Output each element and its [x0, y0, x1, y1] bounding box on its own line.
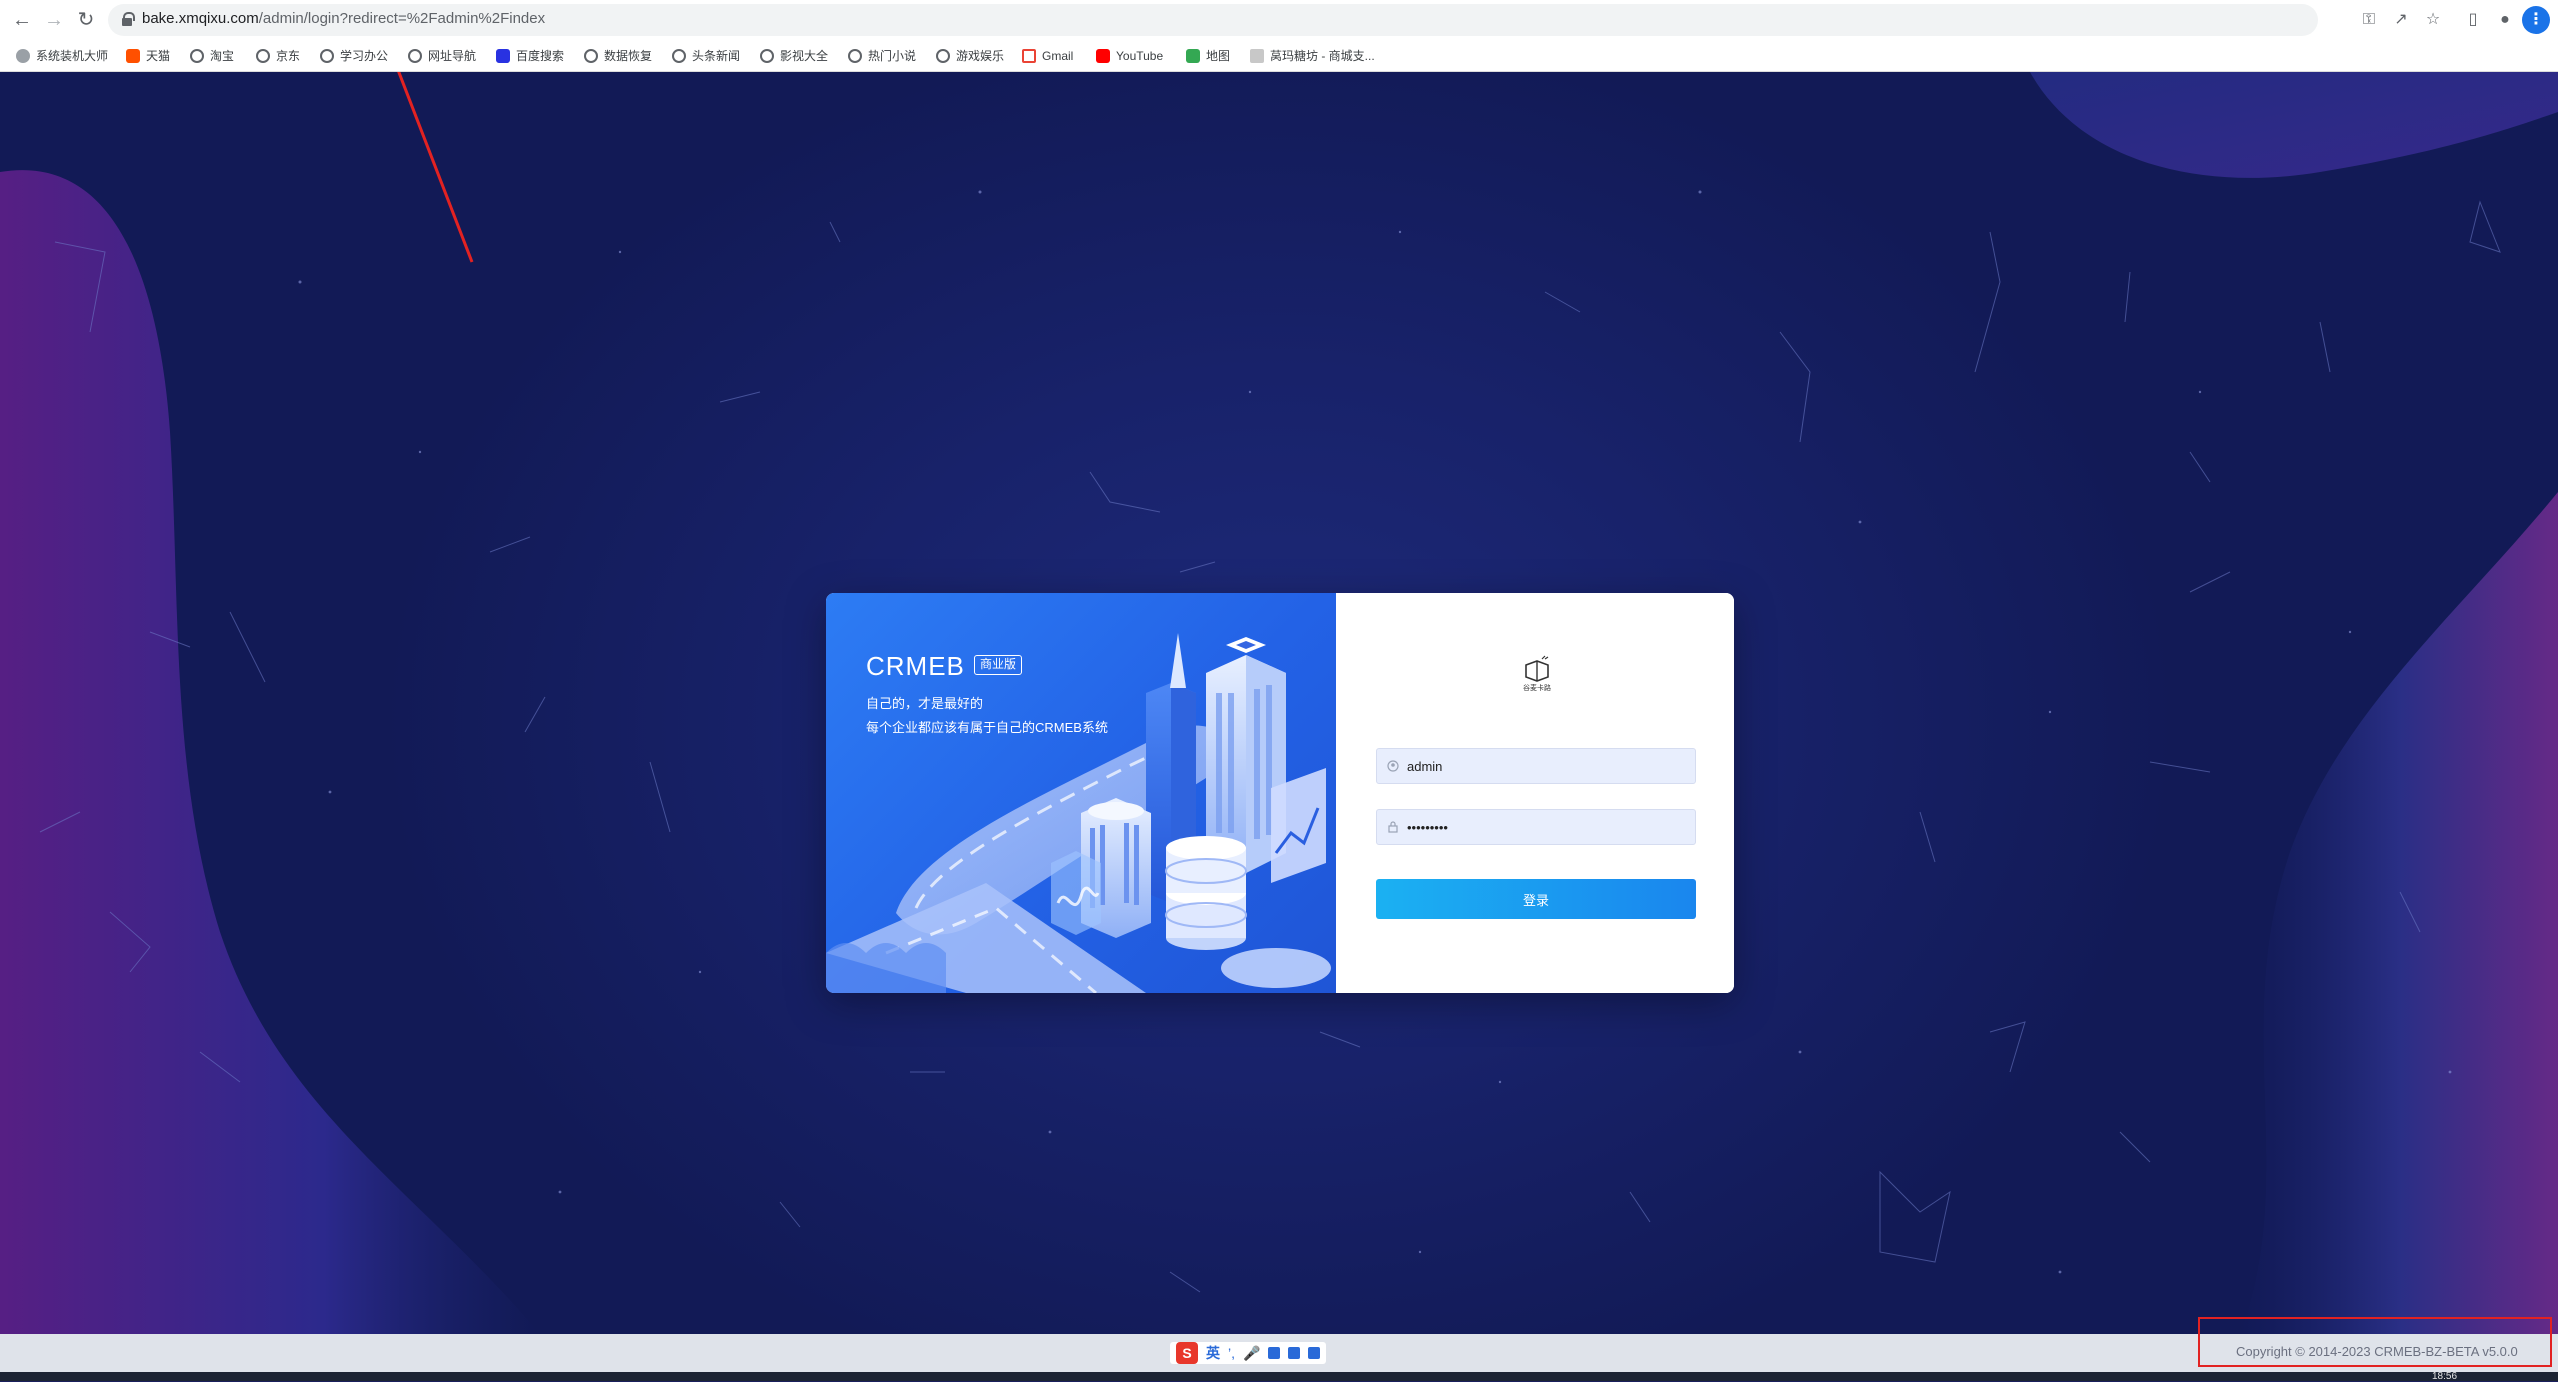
bookmark-item[interactable]: 学习办公: [320, 47, 388, 65]
bookmark-label: 百度搜索: [516, 49, 565, 63]
bookmark-label: 热门小说: [868, 49, 917, 63]
annotation-arrow-icon: [397, 72, 474, 263]
baidu-icon: [496, 49, 510, 63]
ime-toolbar[interactable]: S 英 ’, 🎤: [1170, 1342, 1327, 1364]
username-field[interactable]: [1376, 748, 1696, 784]
globe-icon: [760, 49, 774, 63]
windows-taskbar: [0, 1372, 2558, 1381]
bookmark-label: 地图: [1206, 49, 1231, 63]
back-arrow-icon[interactable]: ←: [10, 8, 34, 32]
taskbar-clock: 18:56: [2432, 1371, 2458, 1382]
bookmark-label: 京东: [276, 49, 301, 63]
bookmark-label: 影视大全: [780, 49, 829, 63]
bookmark-item[interactable]: 天猫: [126, 47, 170, 65]
globe-icon: [672, 49, 686, 63]
url-host: bake.xmqixu.com: [142, 10, 259, 27]
bookmark-item[interactable]: 影视大全: [760, 47, 828, 65]
share-icon[interactable]: ↗: [2390, 9, 2412, 31]
bookmark-label: Gmail: [1042, 49, 1074, 63]
keyboard-icon[interactable]: [1268, 1347, 1281, 1359]
bookmark-label: 天猫: [146, 49, 171, 63]
bookmark-label: 数据恢复: [604, 49, 653, 63]
bookmark-label: 网址导航: [428, 49, 477, 63]
bookmark-item[interactable]: Gmail: [1022, 47, 1073, 65]
microphone-icon[interactable]: 🎤: [1243, 1345, 1260, 1362]
login-card: CRMEB 商业版 自己的，才是最好的 每个企业都应该有属于自己的CRMEB系统…: [826, 593, 1734, 993]
annotation-box: [2198, 1317, 2552, 1367]
password-input[interactable]: [1407, 810, 1687, 844]
lock-icon: [122, 12, 135, 26]
bookmark-item[interactable]: YouTube: [1096, 47, 1163, 65]
key-icon[interactable]: ⚿: [2358, 9, 2380, 31]
bookmark-item[interactable]: 系统装机大师: [16, 47, 108, 65]
punctuation-icon[interactable]: ’,: [1228, 1345, 1235, 1361]
globe-icon: [936, 49, 950, 63]
bookmark-label: 头条新闻: [692, 49, 741, 63]
bookmark-item[interactable]: 数据恢复: [584, 47, 652, 65]
ime-language-label[interactable]: 英: [1206, 1343, 1220, 1363]
url-path: /admin/login?redirect=%2Fadmin%2Findex: [258, 10, 546, 27]
bookmark-label: 系统装机大师: [36, 49, 109, 63]
bookmark-label: 游戏娱乐: [956, 49, 1005, 63]
browser-chrome: ← → ↻ bake.xmqixu.com/admin/login?redire…: [0, 0, 2558, 72]
tmall-icon: [126, 49, 140, 63]
bookmark-label: 学习办公: [340, 49, 389, 63]
side-panel-icon[interactable]: ▯: [2462, 9, 2484, 31]
toolbox-icon[interactable]: [1308, 1347, 1321, 1359]
book-logo-icon: [1525, 655, 1549, 682]
address-bar[interactable]: bake.xmqixu.com/admin/login?redirect=%2F…: [108, 4, 2318, 36]
user-icon: [1387, 760, 1399, 772]
skin-icon[interactable]: [1288, 1347, 1301, 1359]
bookmark-item[interactable]: 百度搜索: [496, 47, 564, 65]
maps-icon: [1186, 49, 1200, 63]
site-logo: 谷麦卡路: [1518, 655, 1556, 697]
sogou-icon[interactable]: S: [1176, 1342, 1198, 1364]
browser-toolbar: ← → ↻ bake.xmqixu.com/admin/login?redire…: [0, 0, 2558, 40]
bookmark-label: YouTube: [1116, 49, 1164, 63]
edition-badge: 商业版: [974, 655, 1023, 675]
youtube-icon: [1096, 49, 1110, 63]
slogan-line-1: 自己的，才是最好的: [866, 696, 984, 711]
globe-icon: [408, 49, 422, 63]
url-text[interactable]: bake.xmqixu.com/admin/login?redirect=%2F…: [142, 10, 545, 27]
bookmark-item[interactable]: 莴玛糖坊 - 商城支...: [1250, 47, 1375, 65]
bookmark-label: 莴玛糖坊 - 商城支...: [1270, 49, 1375, 63]
bookmarks-bar: 系统装机大师 天猫 淘宝 京东 学习办公 网址导航 百度搜索 数据恢复 头条新闻…: [0, 40, 2558, 72]
login-form: 谷麦卡路 登录: [1336, 593, 1734, 993]
kebab-menu-icon[interactable]: ⋮: [2522, 6, 2550, 34]
globe-icon: [848, 49, 862, 63]
password-field[interactable]: [1376, 809, 1696, 845]
globe-icon: [584, 49, 598, 63]
bookmark-item[interactable]: 热门小说: [848, 47, 916, 65]
forward-arrow-icon[interactable]: →: [42, 8, 66, 32]
logo-text: 谷麦卡路: [1523, 685, 1551, 692]
login-banner: CRMEB 商业版 自己的，才是最好的 每个企业都应该有属于自己的CRMEB系统: [826, 593, 1336, 993]
globe-icon: [190, 49, 204, 63]
profile-icon[interactable]: ●: [2494, 9, 2516, 31]
bookmark-item[interactable]: 头条新闻: [672, 47, 740, 65]
bookmark-item[interactable]: 京东: [256, 47, 300, 65]
gear-icon: [16, 49, 30, 63]
slogan-line-2: 每个企业都应该有属于自己的CRMEB系统: [866, 720, 1108, 735]
bookmark-item[interactable]: 淘宝: [190, 47, 234, 65]
brand-title: CRMEB: [866, 651, 965, 681]
globe-icon: [320, 49, 334, 63]
login-page: CRMEB 商业版 自己的，才是最好的 每个企业都应该有属于自己的CRMEB系统…: [0, 72, 2558, 1334]
bookmark-item[interactable]: 地图: [1186, 47, 1230, 65]
doc-icon: [1250, 49, 1264, 63]
bookmark-item[interactable]: 网址导航: [408, 47, 476, 65]
lock-icon: [1388, 821, 1398, 833]
bookmark-label: 淘宝: [210, 49, 235, 63]
star-icon[interactable]: ☆: [2422, 9, 2444, 31]
username-input[interactable]: [1407, 749, 1687, 783]
bookmark-item[interactable]: 游戏娱乐: [936, 47, 1004, 65]
login-button[interactable]: 登录: [1376, 879, 1696, 919]
reload-icon[interactable]: ↻: [74, 8, 98, 32]
gmail-icon: [1022, 49, 1036, 63]
globe-icon: [256, 49, 270, 63]
